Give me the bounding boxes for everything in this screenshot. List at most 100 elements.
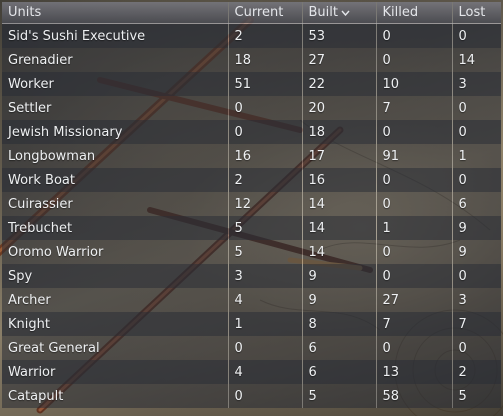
current-cell: 12	[228, 192, 303, 216]
table-row[interactable]: Trebuchet 5 14 1 9	[2, 216, 501, 240]
killed-cell: 7	[376, 96, 453, 120]
unit-name-cell: Work Boat	[2, 168, 229, 192]
lost-cell: 0	[458, 100, 467, 116]
current-cell: 3	[228, 264, 303, 288]
table-row[interactable]: Longbowman 16 17 91 1	[2, 144, 501, 168]
killed-cell: 13	[376, 360, 453, 384]
column-header-lost[interactable]: Lost	[452, 2, 501, 24]
table-row[interactable]: Oromo Warrior 5 14 0 9	[2, 240, 501, 264]
current-cell: 51	[228, 72, 303, 96]
current-cell: 5	[228, 216, 303, 240]
built-cell: 5	[302, 384, 377, 408]
lost-cell: 5	[458, 388, 467, 404]
column-header-built[interactable]: Built	[302, 2, 377, 24]
built-cell: 9	[302, 264, 377, 288]
unit-name-cell: Catapult	[2, 384, 229, 408]
current-cell: 2	[228, 23, 303, 48]
built-cell: 53	[302, 23, 377, 48]
column-header-killed-label: Killed	[382, 5, 419, 20]
unit-name-cell: Spy	[2, 264, 229, 288]
current-cell: 5	[228, 240, 303, 264]
table-row[interactable]: Great General 0 6 0 0	[2, 336, 501, 360]
table-row[interactable]: Work Boat 2 16 0 0	[2, 168, 501, 192]
column-header-lost-label: Lost	[458, 5, 486, 20]
lost-cell: 3	[458, 76, 467, 92]
built-cell: 18	[302, 120, 377, 144]
table-row[interactable]: Catapult 0 5 58 5	[2, 384, 501, 408]
column-header-units[interactable]: Units	[2, 2, 229, 24]
unit-name-cell: Jewish Missionary	[2, 120, 229, 144]
table-row[interactable]: Jewish Missionary 0 18 0 0	[2, 120, 501, 144]
killed-cell: 1	[376, 216, 453, 240]
table-row[interactable]: Grenadier 18 27 0 14	[2, 48, 501, 72]
column-header-current[interactable]: Current	[228, 2, 303, 24]
built-cell: 6	[302, 360, 377, 384]
unit-name-cell: Settler	[2, 96, 229, 120]
lost-cell: 0	[458, 268, 467, 284]
built-cell: 20	[302, 96, 377, 120]
lost-cell: 3	[458, 292, 467, 308]
chevron-down-icon	[341, 5, 350, 20]
current-cell: 0	[228, 96, 303, 120]
built-cell: 14	[302, 192, 377, 216]
units-stats-panel: Units Current Built Killed Lost Sid's Su…	[0, 0, 503, 416]
built-cell: 8	[302, 312, 377, 336]
unit-name-cell: Oromo Warrior	[2, 240, 229, 264]
killed-cell: 7	[376, 312, 453, 336]
column-header-current-label: Current	[234, 5, 284, 20]
lost-cell: 1	[458, 148, 467, 164]
lost-cell: 2	[458, 364, 467, 380]
killed-cell: 0	[376, 264, 453, 288]
lost-cell: 6	[458, 196, 467, 212]
table-row[interactable]: Settler 0 20 7 0	[2, 96, 501, 120]
built-cell: 27	[302, 48, 377, 72]
unit-name-cell: Trebuchet	[2, 216, 229, 240]
current-cell: 0	[228, 336, 303, 360]
table-row[interactable]: Knight 1 8 7 7	[2, 312, 501, 336]
killed-cell: 0	[376, 120, 453, 144]
killed-cell: 58	[376, 384, 453, 408]
killed-cell: 0	[376, 23, 453, 48]
table-row[interactable]: Archer 4 9 27 3	[2, 288, 501, 312]
table-row[interactable]: Worker 51 22 10 3	[2, 72, 501, 96]
table-row[interactable]: Cuirassier 12 14 0 6	[2, 192, 501, 216]
built-cell: 16	[302, 168, 377, 192]
unit-name-cell: Great General	[2, 336, 229, 360]
header-row: Units Current Built Killed Lost	[2, 2, 501, 24]
unit-name-cell: Longbowman	[2, 144, 229, 168]
built-cell: 14	[302, 216, 377, 240]
lost-cell: 9	[458, 244, 467, 260]
unit-name-cell: Archer	[2, 288, 229, 312]
table-body: Sid's Sushi Executive 2 53 0 0 Grenadier 18 27…	[2, 23, 501, 408]
killed-cell: 0	[376, 336, 453, 360]
built-cell: 17	[302, 144, 377, 168]
table-row[interactable]: Spy 3 9 0 0	[2, 264, 501, 288]
killed-cell: 91	[376, 144, 453, 168]
current-cell: 18	[228, 48, 303, 72]
killed-cell: 27	[376, 288, 453, 312]
units-table: Units Current Built Killed Lost Sid's Su…	[2, 2, 501, 408]
current-cell: 16	[228, 144, 303, 168]
current-cell: 2	[228, 168, 303, 192]
unit-name-cell: Knight	[2, 312, 229, 336]
lost-cell: 9	[458, 220, 467, 236]
killed-cell: 0	[376, 48, 453, 72]
unit-name-cell: Sid's Sushi Executive	[2, 23, 229, 48]
lost-cell: 0	[458, 124, 467, 140]
table-row[interactable]: Sid's Sushi Executive 2 53 0 0	[2, 23, 501, 48]
table-row[interactable]: Warrior 4 6 13 2	[2, 360, 501, 384]
lost-cell: 0	[458, 340, 467, 356]
current-cell: 0	[228, 384, 303, 408]
built-cell: 9	[302, 288, 377, 312]
killed-cell: 0	[376, 168, 453, 192]
column-header-killed[interactable]: Killed	[376, 2, 453, 24]
column-header-built-label: Built	[308, 5, 338, 20]
lost-cell: 0	[458, 28, 467, 44]
killed-cell: 0	[376, 192, 453, 216]
table-header: Units Current Built Killed Lost	[2, 2, 501, 24]
built-cell: 22	[302, 72, 377, 96]
current-cell: 4	[228, 288, 303, 312]
lost-cell: 7	[458, 316, 467, 332]
killed-cell: 0	[376, 240, 453, 264]
lost-cell: 0	[458, 172, 467, 188]
